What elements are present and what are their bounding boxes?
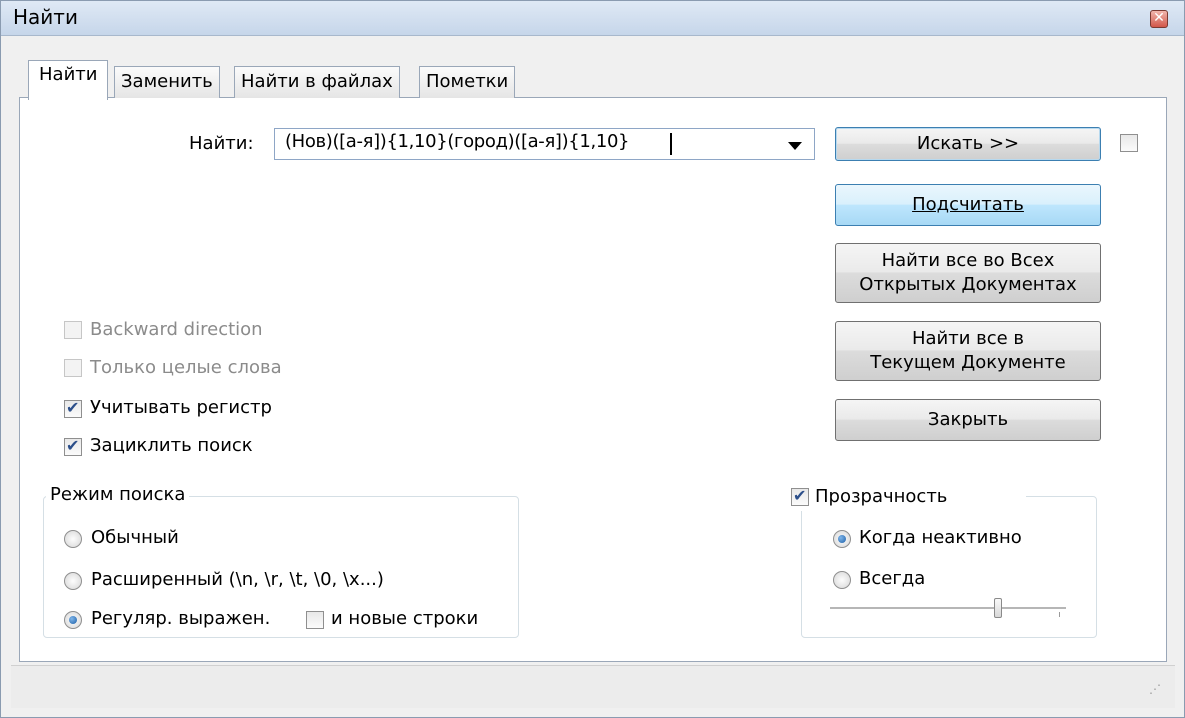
- find-all-open-docs-line2: Открытых Документах: [859, 274, 1077, 295]
- text-caret: [670, 133, 672, 155]
- transparency-always-label: Всегда: [859, 568, 926, 589]
- window-title: Найти: [13, 5, 78, 29]
- count-button-label: Подсчитать: [912, 194, 1024, 215]
- transparency-always-radio[interactable]: [833, 571, 851, 589]
- tab-find[interactable]: Найти: [28, 60, 109, 100]
- mode-regex-radio[interactable]: [64, 611, 82, 629]
- mode-regex-label: Регуляр. выражен.: [91, 608, 271, 629]
- match-case-label: Учитывать регистр: [90, 397, 272, 418]
- resize-grip-icon[interactable]: ⋰: [1149, 683, 1165, 700]
- find-all-current-doc-line2: Текущем Документе: [870, 352, 1066, 373]
- find-label: Найти:: [189, 133, 254, 154]
- wrap-around-label: Зациклить поиск: [90, 435, 253, 456]
- regex-newlines-label: и новые строки: [331, 608, 479, 629]
- find-input[interactable]: (Нов)([а-я]){1,10}(город)([а-я]){1,10}: [285, 131, 630, 152]
- wrap-around-checkbox[interactable]: [64, 436, 82, 456]
- transparency-inactive-radio[interactable]: [833, 530, 851, 548]
- find-all-open-docs-line1: Найти все во Всех: [881, 250, 1055, 271]
- mode-extended-label: Расширенный (\n, \r, \t, \0, \x...): [91, 569, 384, 590]
- backward-direction-checkbox[interactable]: [64, 321, 82, 339]
- find-all-current-doc-button[interactable]: Найти все в Текущем Документе: [835, 321, 1101, 381]
- search-mode-legend: Режим поиска: [46, 484, 190, 505]
- transparency-slider-track[interactable]: [830, 607, 1066, 610]
- regex-newlines-checkbox[interactable]: [306, 611, 324, 629]
- chevron-down-icon[interactable]: [788, 142, 802, 150]
- search-extra-checkbox[interactable]: [1120, 134, 1138, 152]
- find-all-open-docs-button[interactable]: Найти все во Всех Открытых Документах: [835, 243, 1101, 303]
- transparency-checkbox[interactable]: [791, 486, 809, 506]
- transparency-label: Прозрачность: [815, 486, 948, 507]
- find-dialog: Найти ✕ Найти Заменить Найти в файлах По…: [0, 0, 1185, 718]
- close-button[interactable]: Закрыть: [835, 399, 1101, 441]
- search-button[interactable]: Искать >>: [835, 127, 1101, 161]
- whole-words-label: Только целые слова: [90, 357, 282, 378]
- backward-direction-label: Backward direction: [90, 319, 263, 340]
- transparency-inactive-label: Когда неактивно: [859, 527, 1022, 548]
- transparency-slider-tick: [1059, 612, 1060, 617]
- title-bar[interactable]: Найти ✕: [1, 1, 1184, 36]
- mode-normal-label: Обычный: [91, 527, 179, 548]
- mode-normal-radio[interactable]: [64, 530, 82, 548]
- close-icon[interactable]: ✕: [1150, 10, 1168, 28]
- transparency-group: [801, 496, 1097, 638]
- count-button[interactable]: Подсчитать: [835, 184, 1101, 226]
- whole-words-checkbox[interactable]: [64, 359, 82, 377]
- find-all-current-doc-line1: Найти все в: [911, 328, 1025, 349]
- tab-marks[interactable]: Пометки: [419, 66, 516, 98]
- find-combobox[interactable]: (Нов)([а-я]){1,10}(город)([а-я]){1,10}: [274, 128, 815, 160]
- tab-find-in-files[interactable]: Найти в файлах: [234, 66, 400, 98]
- transparency-slider-thumb[interactable]: [994, 598, 1002, 618]
- mode-extended-radio[interactable]: [64, 572, 82, 590]
- match-case-checkbox[interactable]: [64, 398, 82, 418]
- tab-replace[interactable]: Заменить: [114, 66, 220, 98]
- status-bar: ⋰: [11, 665, 1175, 708]
